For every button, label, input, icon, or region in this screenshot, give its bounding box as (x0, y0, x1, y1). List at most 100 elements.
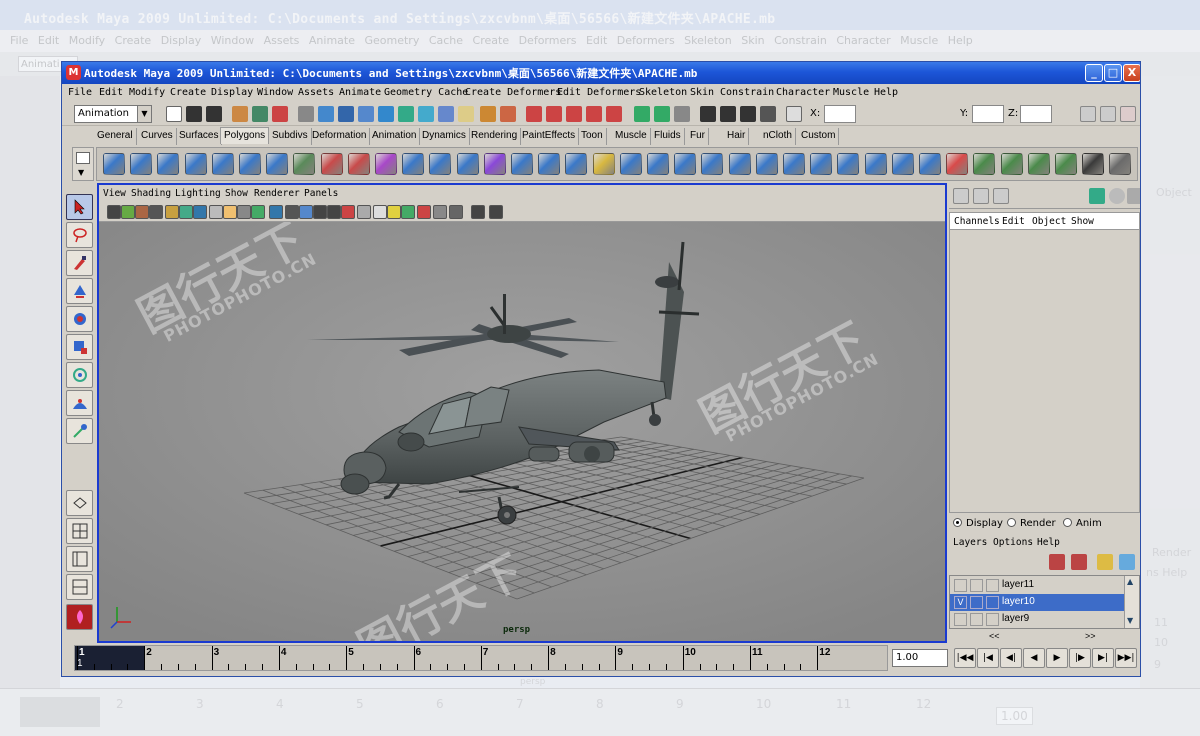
menu-set-dropdown[interactable]: Animation ▼ (74, 105, 152, 123)
snap-point-icon[interactable] (566, 106, 582, 122)
shelf-tool-icon[interactable] (619, 153, 642, 175)
menu-skin[interactable]: Skin (690, 87, 714, 98)
layout-four-panes[interactable] (66, 518, 93, 544)
tab-custom[interactable]: Custom (798, 128, 840, 145)
snap-curve-icon[interactable] (546, 106, 562, 122)
menu-create[interactable]: Create (170, 87, 206, 98)
layer-menu-options[interactable]: Options (993, 537, 1033, 548)
layout-persp-outliner[interactable] (66, 546, 93, 572)
panel-tool-icon[interactable] (417, 205, 431, 219)
channel-box-toggle-icon[interactable] (1120, 106, 1136, 122)
move-tool[interactable] (66, 278, 93, 304)
maya-icon[interactable]: M (66, 65, 81, 80)
selection-mask-icon[interactable] (298, 106, 314, 122)
universal-manipulator-tool[interactable] (66, 362, 93, 388)
save-scene-icon[interactable] (206, 106, 222, 122)
menu-assets[interactable]: Assets (298, 87, 334, 98)
menu-geometry-cache[interactable]: Geometry Cache (384, 87, 468, 98)
panel-tool-icon[interactable] (357, 205, 371, 219)
radio-anim[interactable]: Anim (1063, 518, 1102, 529)
snap-live-icon[interactable] (606, 106, 622, 122)
shelf-tool-icon[interactable] (184, 153, 207, 175)
soft-modification-tool[interactable] (66, 390, 93, 416)
paint-select-tool[interactable] (66, 250, 93, 276)
panel-menu-renderer[interactable]: Renderer (254, 188, 300, 199)
select-misc-icon[interactable] (458, 106, 474, 122)
layer-visibility-toggle[interactable] (954, 613, 967, 626)
menu-window[interactable]: Window (257, 87, 293, 98)
panel-tool-icon[interactable] (223, 205, 237, 219)
tab-fur[interactable]: Fur (687, 128, 709, 145)
current-frame-field[interactable]: 1.00 (892, 649, 948, 667)
shelf-tool-icon[interactable] (293, 153, 316, 175)
hypershade-icon[interactable] (760, 106, 776, 122)
scroll-up-icon[interactable]: ▲ (1127, 577, 1133, 586)
move-layer-down-icon[interactable] (1071, 554, 1087, 570)
panel-tool-icon[interactable] (489, 205, 503, 219)
display-layer-color-icon[interactable] (1089, 188, 1105, 204)
tab-toon[interactable]: Toon (578, 128, 607, 145)
select-rendering-icon[interactable] (438, 106, 454, 122)
play-backwards-button[interactable]: ◀ (1023, 648, 1045, 668)
menu-edit-deformers[interactable]: Edit Deformers (557, 87, 641, 98)
layer-prev-button[interactable]: << (989, 631, 1000, 641)
layer-row[interactable]: layer9 (950, 611, 1125, 628)
construction-history-icon[interactable] (674, 106, 690, 122)
lock-selection-icon[interactable] (480, 106, 496, 122)
panel-menu-panels[interactable]: Panels (304, 188, 338, 199)
tab-animation[interactable]: Animation (369, 128, 421, 145)
shelf-tool-icon[interactable] (266, 153, 289, 175)
go-to-end-button[interactable]: ▶▶| (1115, 648, 1137, 668)
shelf-tool-icon[interactable] (1082, 153, 1105, 175)
channel-menu-edit[interactable]: Edit (1002, 216, 1025, 227)
shelf-tool-icon[interactable] (483, 153, 506, 175)
menu-skeleton[interactable]: Skeleton (639, 87, 687, 98)
layer-menu-layers[interactable]: Layers (953, 537, 987, 548)
panel-tool-icon[interactable] (327, 205, 341, 219)
shelf-menu-arrow-icon[interactable]: ▼ (78, 168, 84, 177)
panel-tool-icon[interactable] (165, 205, 179, 219)
render-settings-icon[interactable] (740, 106, 756, 122)
layer-scrollbar[interactable]: ▲ ▼ (1124, 576, 1139, 628)
tab-curves[interactable]: Curves (138, 128, 177, 145)
menu-help[interactable]: Help (874, 87, 898, 98)
menu-create-deformers[interactable]: Create Deformers (465, 87, 561, 98)
step-forward-frame-button[interactable]: ▶| (1092, 648, 1114, 668)
panel-tool-icon[interactable] (237, 205, 251, 219)
tab-ncloth[interactable]: nCloth (760, 128, 796, 145)
scale-tool[interactable] (66, 334, 93, 360)
panel-menu-view[interactable]: View (103, 188, 126, 199)
panel-tool-icon[interactable] (251, 205, 265, 219)
history-input-icon[interactable] (634, 106, 650, 122)
channel-menu-channels[interactable]: Channels (954, 216, 1000, 227)
panel-menu-shading[interactable]: Shading (131, 188, 171, 199)
panel-tool-icon[interactable] (269, 205, 283, 219)
shelf-tool-icon[interactable] (1000, 153, 1023, 175)
menu-constrain[interactable]: Constrain (720, 87, 774, 98)
chevron-down-icon[interactable]: ▼ (137, 106, 151, 122)
layer-type-toggle[interactable] (970, 596, 983, 609)
shelf-tool-icon[interactable] (239, 153, 261, 175)
channel-box-mode-icon[interactable] (953, 188, 969, 204)
panel-tool-icon[interactable] (285, 205, 299, 219)
shelf-tool-icon[interactable] (375, 153, 397, 175)
tab-general[interactable]: General (94, 128, 137, 145)
shelf-tool-icon[interactable] (103, 153, 125, 175)
radio-render[interactable]: Render (1007, 518, 1056, 529)
snap-grid-icon[interactable] (526, 106, 542, 122)
tab-polygons[interactable]: Polygons (220, 127, 270, 144)
x-field[interactable] (824, 105, 856, 123)
scroll-down-icon[interactable]: ▼ (1127, 616, 1133, 625)
tab-deformation[interactable]: Deformation (309, 128, 371, 145)
show-manipulator-tool[interactable] (66, 418, 93, 444)
shelf-tool-icon[interactable] (538, 153, 561, 175)
step-back-frame-button[interactable]: |◀ (977, 648, 999, 668)
radio-display[interactable]: Display (953, 518, 1003, 529)
minimize-button[interactable]: _ (1085, 64, 1103, 82)
select-tool[interactable] (66, 194, 93, 220)
play-forwards-button[interactable]: ▶ (1046, 648, 1068, 668)
step-back-key-button[interactable]: ◀| (1000, 648, 1022, 668)
shelf-tool-icon[interactable] (701, 153, 724, 175)
channel-layer-mode-icon[interactable] (993, 188, 1009, 204)
new-scene-icon[interactable] (166, 106, 182, 122)
